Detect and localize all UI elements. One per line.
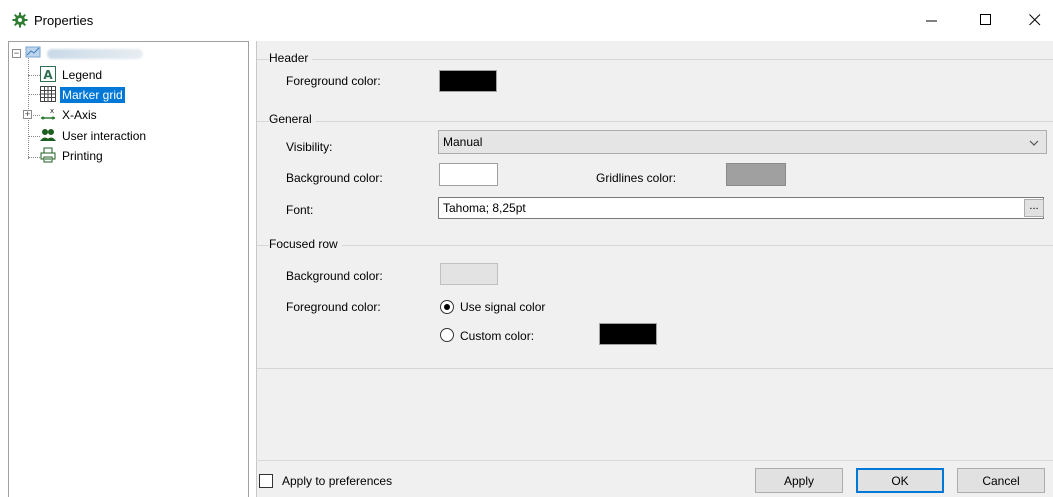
apply-to-preferences-checkbox[interactable] [259,474,273,488]
window-title: Properties [34,13,94,28]
close-icon [1029,14,1041,26]
chevron-down-icon [1029,137,1039,151]
tree-connector [33,115,40,116]
tree-item-x-axis[interactable]: x X-Axis [40,106,99,124]
font-browse-button[interactable]: ... [1024,199,1044,217]
users-icon [40,127,56,146]
tree-item-marker-grid[interactable]: Marker grid [40,85,125,105]
visibility-value: Manual [443,135,483,149]
properties-panel: Header Foreground color: General Visibil… [256,41,1053,497]
axis-icon: x [40,106,56,125]
printer-icon [40,147,56,166]
visibility-select[interactable]: Manual [438,130,1047,154]
group-title-general: General [269,112,316,126]
custom-color-radio[interactable] [440,328,454,342]
tree-connector [28,75,40,76]
ok-button[interactable]: OK [856,468,944,493]
header-foreground-swatch[interactable] [439,70,497,92]
apply-button[interactable]: Apply [755,468,843,493]
custom-color-swatch[interactable] [599,323,657,345]
expand-toggle[interactable]: + [23,110,32,119]
settings-tree: − A Legend Marker grid + x X-Axis User i… [8,41,249,497]
font-field[interactable]: Tahoma; 8,25pt [438,197,1044,219]
background-color-label: Background color: [286,171,383,185]
tree-item-user-interaction[interactable]: User interaction [40,127,148,145]
tree-item-label: Printing [62,149,103,163]
group-divider [257,245,1053,246]
group-divider [257,368,1053,369]
group-divider [257,59,1053,60]
group-divider [257,121,1053,122]
font-label: Font: [286,203,314,217]
legend-icon: A [40,65,56,85]
gridlines-color-swatch[interactable] [726,163,786,186]
svg-text:x: x [50,107,54,115]
gear-icon [12,12,28,28]
minimize-button[interactable] [909,0,955,40]
close-button[interactable] [1012,0,1053,40]
tree-connector [28,136,40,137]
maximize-button[interactable] [963,0,1009,40]
tree-connector [28,94,40,95]
tree-item-legend[interactable]: A Legend [40,65,104,85]
trend-graph-icon [25,46,41,63]
use-signal-color-radio[interactable] [440,300,454,314]
title-bar: Properties [0,0,1053,40]
tree-connector [28,157,40,158]
tree-item-label: Marker grid [60,87,125,103]
tree-item-label: X-Axis [62,108,97,122]
tree-item-printing[interactable]: Printing [40,147,105,165]
custom-color-label[interactable]: Custom color: [460,329,534,343]
tree-root[interactable] [25,45,143,63]
cancel-button[interactable]: Cancel [957,468,1045,493]
grid-icon [40,85,56,105]
use-signal-color-label[interactable]: Use signal color [460,300,545,314]
apply-to-preferences-label[interactable]: Apply to preferences [282,474,392,488]
tree-item-label: Legend [62,68,103,82]
svg-text:A: A [43,68,53,82]
header-foreground-label: Foreground color: [286,74,381,88]
focused-foreground-label: Foreground color: [286,300,381,314]
font-value: Tahoma; 8,25pt [443,201,526,215]
group-title-focused-row: Focused row [269,237,342,251]
maximize-icon [980,14,991,25]
minimize-icon [926,20,937,22]
focused-background-label: Background color: [286,269,383,283]
gridlines-color-label: Gridlines color: [596,171,677,185]
background-color-swatch[interactable] [439,163,498,186]
visibility-label: Visibility: [286,140,333,154]
tree-item-label: User interaction [62,129,147,143]
group-title-header: Header [269,51,313,65]
collapse-toggle[interactable]: − [12,49,21,58]
tree-root-label [47,49,143,59]
focused-background-swatch[interactable] [440,263,498,285]
footer-divider [256,460,1053,461]
